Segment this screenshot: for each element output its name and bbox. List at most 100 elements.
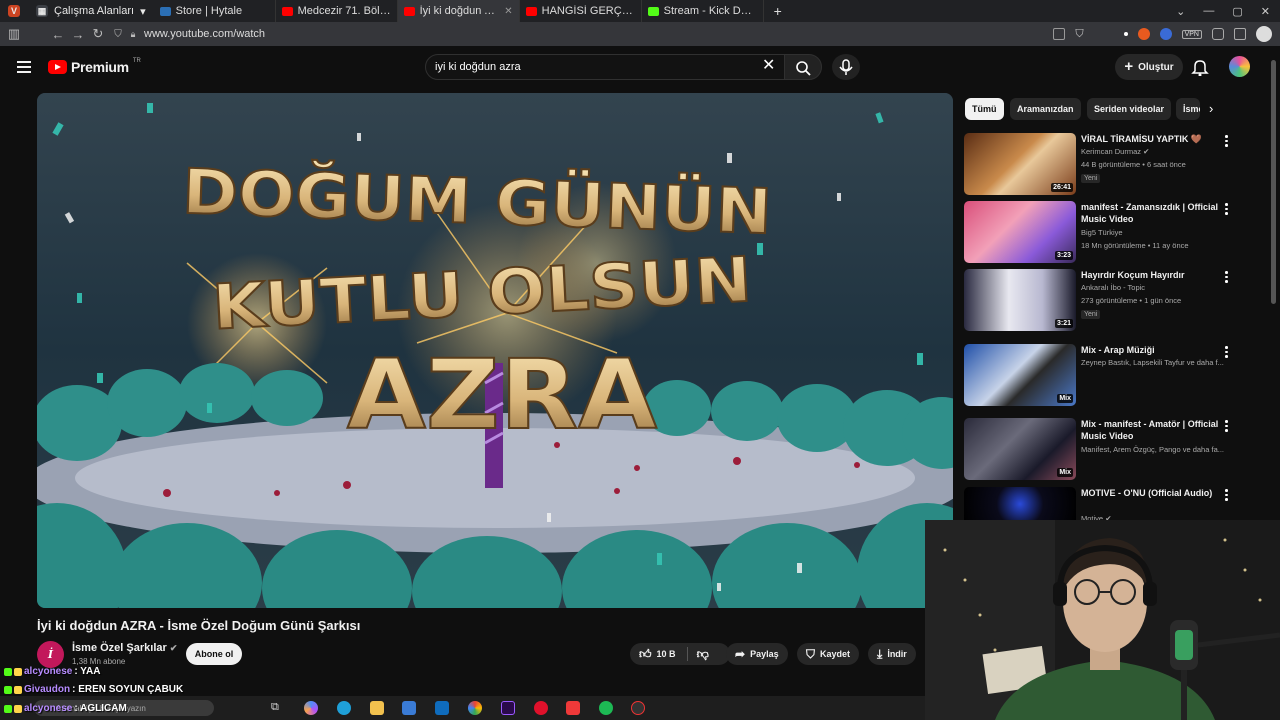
more-options-icon[interactable] [1225, 489, 1229, 503]
close-window-icon[interactable]: ✕ [1261, 5, 1270, 18]
tab-list-icon[interactable]: ⌄ [1176, 5, 1185, 18]
bookmark-icon[interactable]: ⛉ [1075, 28, 1083, 41]
close-tab-icon[interactable]: ✕ [504, 6, 512, 17]
search-button[interactable] [784, 54, 822, 80]
search-input[interactable]: iyi ki doğdun azra [425, 54, 785, 80]
ext-metamask-icon[interactable] [1137, 28, 1150, 40]
reader-icon[interactable] [1053, 28, 1066, 40]
chip-series[interactable]: Seriden videolar [1087, 98, 1172, 120]
premiere-icon[interactable] [501, 701, 515, 715]
recommendation-meta: 273 görüntüleme • 1 gün önce [1081, 296, 1182, 305]
chips-next-icon[interactable]: › [1209, 101, 1213, 116]
channel-avatar[interactable]: İ [37, 641, 64, 668]
recommendation-item[interactable]: 3:21 Hayırdır Koçum Hayırdır Ankaralı İbo … [964, 269, 1268, 333]
opera-icon[interactable] [534, 701, 548, 715]
minimize-icon[interactable]: — [1203, 5, 1214, 17]
task-view-icon[interactable]: ⧉ [271, 701, 285, 715]
profile-icon[interactable] [1256, 26, 1272, 42]
account-avatar[interactable] [1229, 56, 1250, 77]
more-options-icon[interactable] [1225, 346, 1229, 360]
recommendation-thumbnail[interactable]: 3:23 [964, 201, 1076, 263]
edge-icon[interactable] [337, 701, 351, 715]
extensions-icon[interactable] [1212, 28, 1224, 40]
save-button[interactable]: ⛉ Kaydet [797, 643, 860, 665]
chip-all[interactable]: Tümü [965, 98, 1004, 120]
chip-name[interactable]: İsme [1176, 98, 1200, 120]
chat-message: Givaudon: EREN SOYUN ÇABUK [4, 684, 183, 695]
recommendation-item[interactable]: Mix Mix - Arap Müziği Zeynep Bastık, Lapse… [964, 344, 1268, 408]
chip-from-search[interactable]: Aramanızdan [1010, 98, 1081, 120]
dislike-button[interactable]: 👎︎ [693, 647, 709, 662]
vpn-icon[interactable]: VPN [1181, 29, 1202, 39]
channel-name[interactable]: İsme Özel Şarkılar ✔ [72, 642, 177, 654]
outlook-icon[interactable] [435, 701, 449, 715]
browser-tab[interactable]: Medcezir 71. Bölüm (4K) - [276, 0, 398, 22]
webcam-feed [925, 520, 1280, 720]
youtube-logo[interactable]: Premium TR [48, 58, 141, 75]
youtube-play-icon [48, 60, 67, 74]
recommendation-item[interactable]: 26:41 VİRAL TİRAMİSU YAPTIK 🤎 Kerimcan Dur… [964, 133, 1268, 197]
download-button[interactable]: ⤓ İndir [868, 643, 916, 665]
more-options-icon[interactable] [1225, 420, 1229, 434]
site-shield-icon[interactable]: ⛉ [108, 29, 128, 40]
create-button[interactable]: + Oluştur [1115, 54, 1183, 80]
notifications-bell-icon[interactable] [1191, 58, 1209, 76]
like-dislike-group: 👍︎ 10 B 👎︎ [630, 643, 730, 665]
browser-tab[interactable]: Store | Hytale [154, 0, 276, 22]
clear-search-icon[interactable]: ✕ [762, 58, 775, 74]
chat-text: : AGLICAM [74, 703, 127, 714]
more-options-icon[interactable] [1225, 203, 1229, 217]
ext-dot-icon[interactable] [1123, 32, 1128, 36]
maximize-icon[interactable]: ▢ [1232, 5, 1242, 18]
browser-tab[interactable]: İyi ki doğdun AZRA - İsme ✕ [397, 0, 520, 22]
chat-text: : YAA [74, 666, 101, 677]
vivaldi-icon: V [8, 5, 20, 17]
workspaces-button[interactable]: ▦ Çalışma Alanları ▾ [28, 0, 154, 22]
reload-icon[interactable]: ↻ [88, 26, 108, 42]
recommendation-thumbnail[interactable]: Mix [964, 418, 1076, 480]
copilot-icon[interactable] [304, 701, 318, 715]
recommendation-item[interactable]: Mix Mix - manifest - Amatör | Official Mu… [964, 418, 1268, 482]
chrome-icon[interactable] [468, 701, 482, 715]
recommendation-thumbnail[interactable]: 3:21 [964, 269, 1076, 331]
obs-icon[interactable] [631, 701, 645, 715]
spotify-icon[interactable] [599, 701, 613, 715]
file-explorer-icon[interactable] [370, 701, 384, 715]
scrollbar[interactable] [1271, 60, 1276, 304]
address-bar: ▥ ← → ↻ ⛉ 🔒︎ www.youtube.com/watch ⛉ VPN [0, 22, 1280, 46]
channel-avatar-letter: İ [47, 648, 54, 661]
recommendation-thumbnail[interactable]: Mix [964, 344, 1076, 406]
recommendation-thumbnail[interactable] [964, 487, 1076, 521]
forward-icon[interactable]: → [68, 27, 88, 42]
new-tab-button[interactable]: + [764, 3, 792, 19]
recommendation-thumbnail[interactable]: 26:41 [964, 133, 1076, 195]
like-button[interactable]: 👍︎ 10 B [639, 647, 676, 662]
recommendation-channel: Ankaralı İbo - Topic [1081, 283, 1146, 292]
more-options-icon[interactable] [1225, 135, 1229, 149]
share-button[interactable]: ➦ Paylaş [726, 643, 788, 665]
menu-icon[interactable] [17, 61, 31, 73]
browser-tab[interactable]: Stream - Kick Dashboard [642, 0, 764, 22]
tab-label: Medcezir 71. Bölüm (4K) - [297, 5, 391, 17]
video-title: İyi ki doğdun AZRA - İsme Özel Doğum Gün… [37, 618, 361, 633]
downloads-icon[interactable] [1234, 28, 1246, 40]
vivaldi-taskbar-icon[interactable] [566, 701, 580, 715]
recommendation-item[interactable]: MOTIVE - O'NU (Official Audio) Motive ✔ [964, 487, 1268, 523]
voice-search-button[interactable] [832, 54, 860, 80]
tab-favicon-icon [281, 6, 293, 16]
recommendation-item[interactable]: 3:23 manifest - Zamansızdık | Official Mu… [964, 201, 1268, 265]
back-icon[interactable]: ← [48, 27, 68, 42]
subscribe-button[interactable]: Abone ol [186, 643, 242, 665]
chat-text: : EREN SOYUN ÇABUK [72, 684, 184, 695]
video-player[interactable]: DOĞUM GÜNÜN KUTLU OLSUN AZRA [37, 93, 953, 608]
browser-tab[interactable]: HANGİSİ GERÇEK PİLOT!? ft. [520, 0, 642, 22]
recommendation-title: Mix - Arap Müziği [1081, 345, 1155, 355]
url-field[interactable]: www.youtube.com/watch [144, 28, 265, 40]
panel-toggle-icon[interactable]: ▥ [4, 26, 24, 42]
store-icon[interactable] [402, 701, 416, 715]
more-options-icon[interactable] [1225, 271, 1229, 285]
browser-menu-button[interactable]: V [0, 0, 28, 22]
ext-proton-icon[interactable] [1159, 28, 1172, 40]
logo-region: TR [132, 58, 141, 64]
lock-icon: 🔒︎ [130, 28, 136, 39]
